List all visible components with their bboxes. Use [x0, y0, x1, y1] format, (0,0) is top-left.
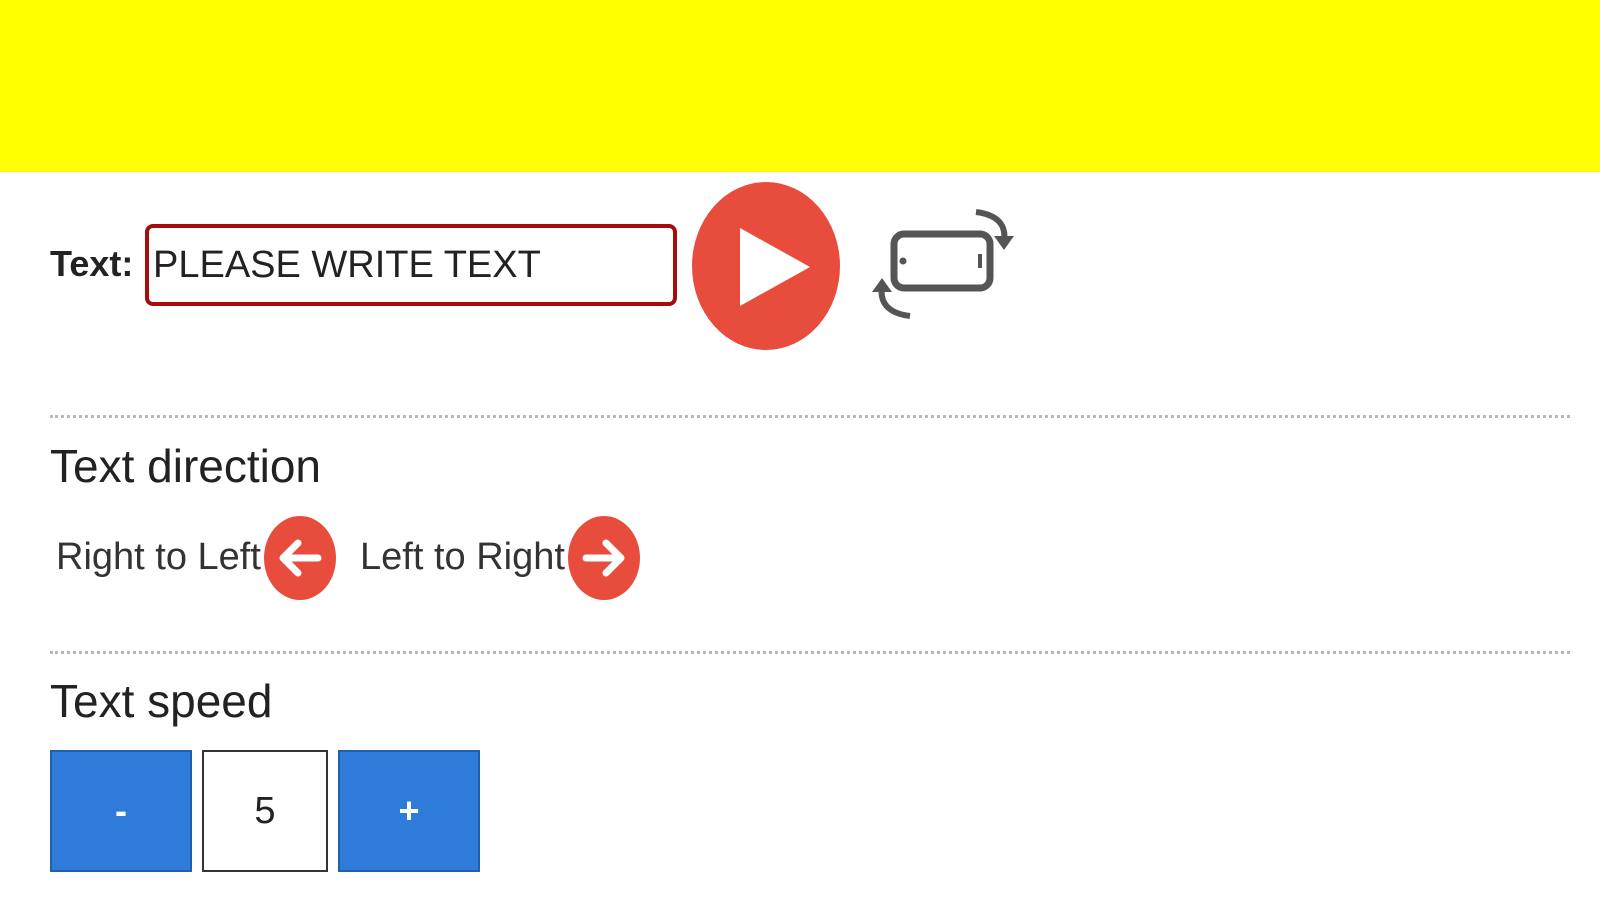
rotate-device-icon[interactable] — [868, 204, 1018, 324]
direction-option-label: Right to Left — [56, 536, 261, 578]
direction-right-to-left-button[interactable] — [264, 516, 336, 600]
direction-right-to-left-option[interactable]: Right to Left — [56, 516, 338, 600]
play-button[interactable] — [692, 182, 840, 350]
section-divider — [50, 651, 1570, 654]
text-input-row: Text: — [50, 182, 1050, 352]
text-speed-title: Text speed — [50, 675, 273, 727]
play-icon — [740, 228, 810, 306]
direction-option-label: Left to Right — [360, 536, 565, 578]
speed-increment-button[interactable]: + — [338, 750, 480, 872]
speed-decrement-button[interactable]: - — [50, 750, 192, 872]
text-input[interactable] — [145, 224, 677, 306]
section-divider — [50, 415, 1570, 418]
top-banner — [0, 0, 1600, 172]
text-label: Text: — [50, 243, 134, 284]
arrow-left-icon — [279, 539, 322, 577]
arrow-right-icon — [582, 539, 625, 577]
direction-left-to-right-option[interactable]: Left to Right — [360, 516, 642, 600]
direction-left-to-right-button[interactable] — [568, 516, 640, 600]
text-direction-title: Text direction — [50, 440, 322, 492]
speed-value-field[interactable] — [202, 750, 328, 872]
